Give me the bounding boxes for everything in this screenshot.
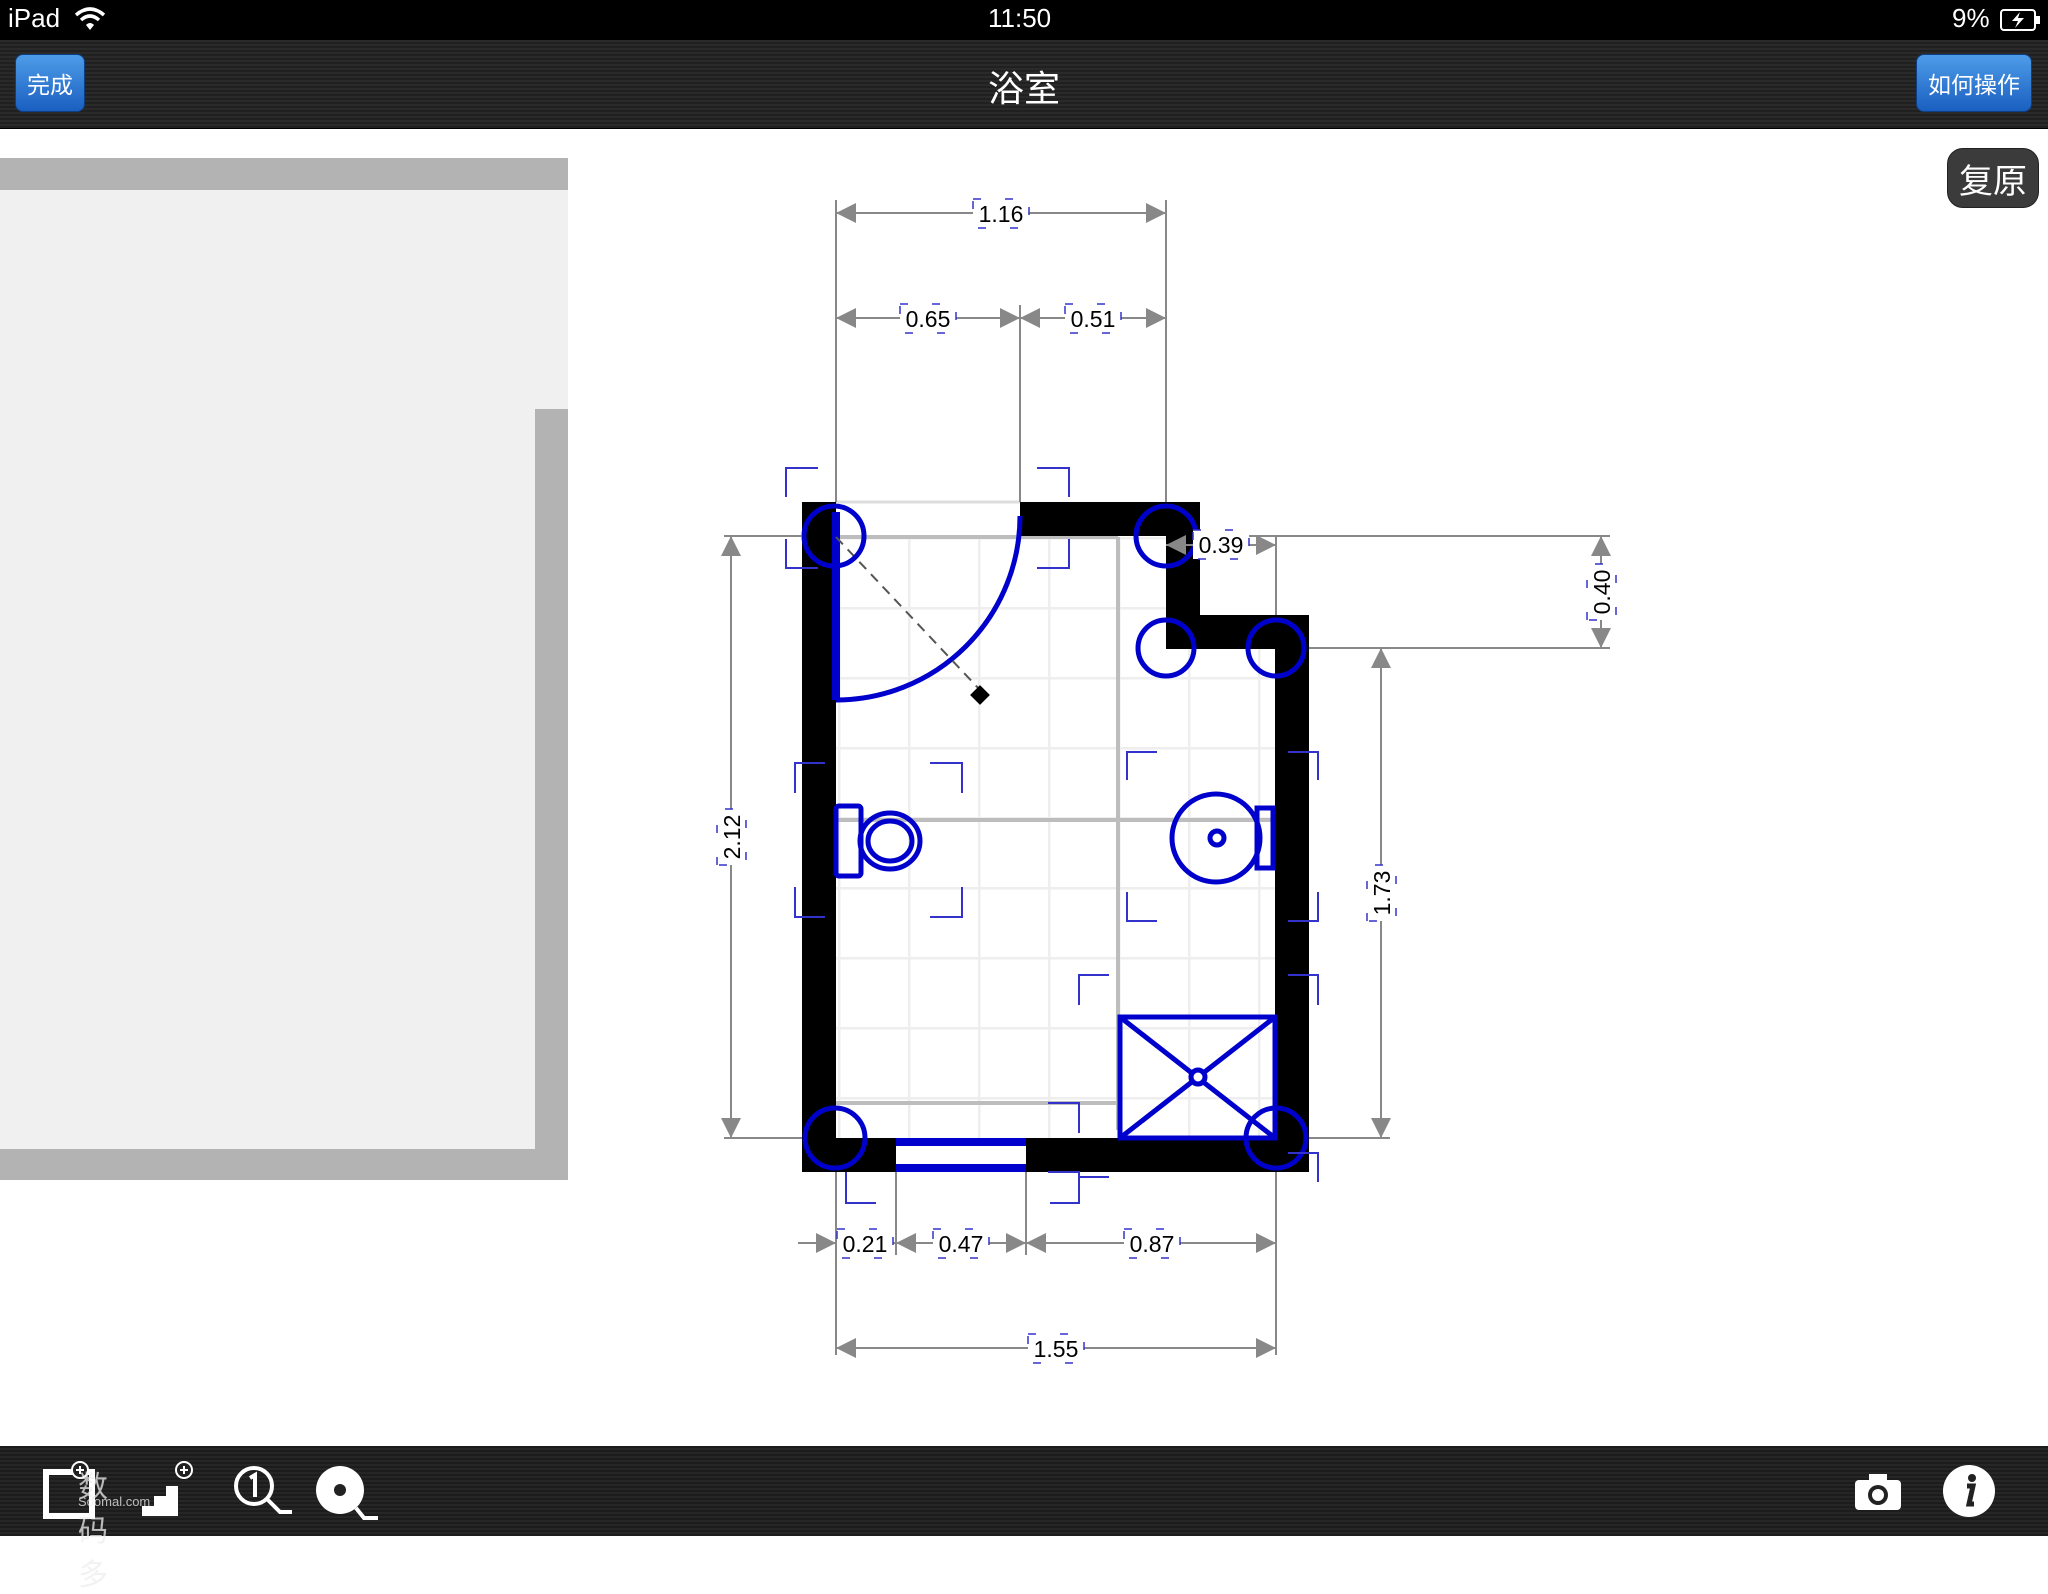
svg-text:0.21: 0.21 [843,1231,888,1257]
wifi-icon [74,7,106,30]
add-stairs-tool[interactable] [136,1458,202,1524]
dim-bottom-b[interactable]: 0.47 [932,1228,990,1259]
zoom-tool[interactable] [228,1458,294,1524]
adjacent-room [0,158,568,1180]
watermark-sub: Soomal.com [78,1494,151,1509]
camera-icon [1855,1474,1901,1510]
how-to-button[interactable]: 如何操作 [1916,54,2032,112]
watermark-text: 数码多 [78,1471,108,1592]
window[interactable] [896,1138,1026,1172]
svg-text:1.55: 1.55 [1034,1336,1079,1362]
svg-text:2.12: 2.12 [719,815,745,860]
clock: 11:50 [988,3,1052,33]
status-bar: iPad 11:50 9% [0,0,2048,40]
page-title: 浴室 [987,68,1060,109]
dim-left-height[interactable]: 2.12 [716,808,747,866]
battery-percent: 9% [1952,3,1990,33]
restore-button[interactable]: 复原 [1947,148,2039,208]
svg-text:0.39: 0.39 [1199,532,1244,558]
dim-step-width[interactable]: 0.39 [1192,529,1250,560]
dim-bottom-a[interactable]: 0.21 [836,1228,894,1259]
svg-text:0.51: 0.51 [1071,306,1116,332]
bottom-toolbar [0,1446,2048,1536]
measure-tape-tool[interactable] [312,1458,378,1524]
svg-text:0.65: 0.65 [906,306,951,332]
device-name: iPad [8,3,61,33]
dim-bottom-total[interactable]: 1.55 [1027,1333,1085,1364]
battery-icon [2000,9,2040,31]
stairs-add-icon [142,1461,193,1516]
svg-text:0.47: 0.47 [939,1231,984,1257]
dim-step-height[interactable]: 0.40 [1586,563,1617,621]
svg-text:1.16: 1.16 [979,201,1024,227]
dim-right-height[interactable]: 1.73 [1366,864,1397,922]
tape-measure-icon [316,1466,378,1520]
info-icon [1943,1465,1995,1517]
dim-top-right[interactable]: 0.51 [1064,303,1122,334]
dim-top-left[interactable]: 0.65 [899,303,957,334]
nav-bar: 完成 浴室 如何操作 [0,40,2048,129]
dim-top-total[interactable]: 1.16 [972,198,1030,229]
dim-bottom-c[interactable]: 0.87 [1123,1228,1181,1259]
floorplan-drawing[interactable]: 1.16 0.65 0.51 0.39 0.40 2.12 1.73 0.21 … [0,129,2048,1446]
camera-button[interactable] [1845,1458,1911,1524]
info-button[interactable] [1936,1458,2002,1524]
floorplan-canvas[interactable]: 1.16 0.65 0.51 0.39 0.40 2.12 1.73 0.21 … [0,129,2048,1446]
svg-text:1.73: 1.73 [1369,871,1395,916]
svg-text:0.87: 0.87 [1130,1231,1175,1257]
svg-text:0.40: 0.40 [1589,570,1615,615]
magnifier-icon [234,1466,292,1514]
